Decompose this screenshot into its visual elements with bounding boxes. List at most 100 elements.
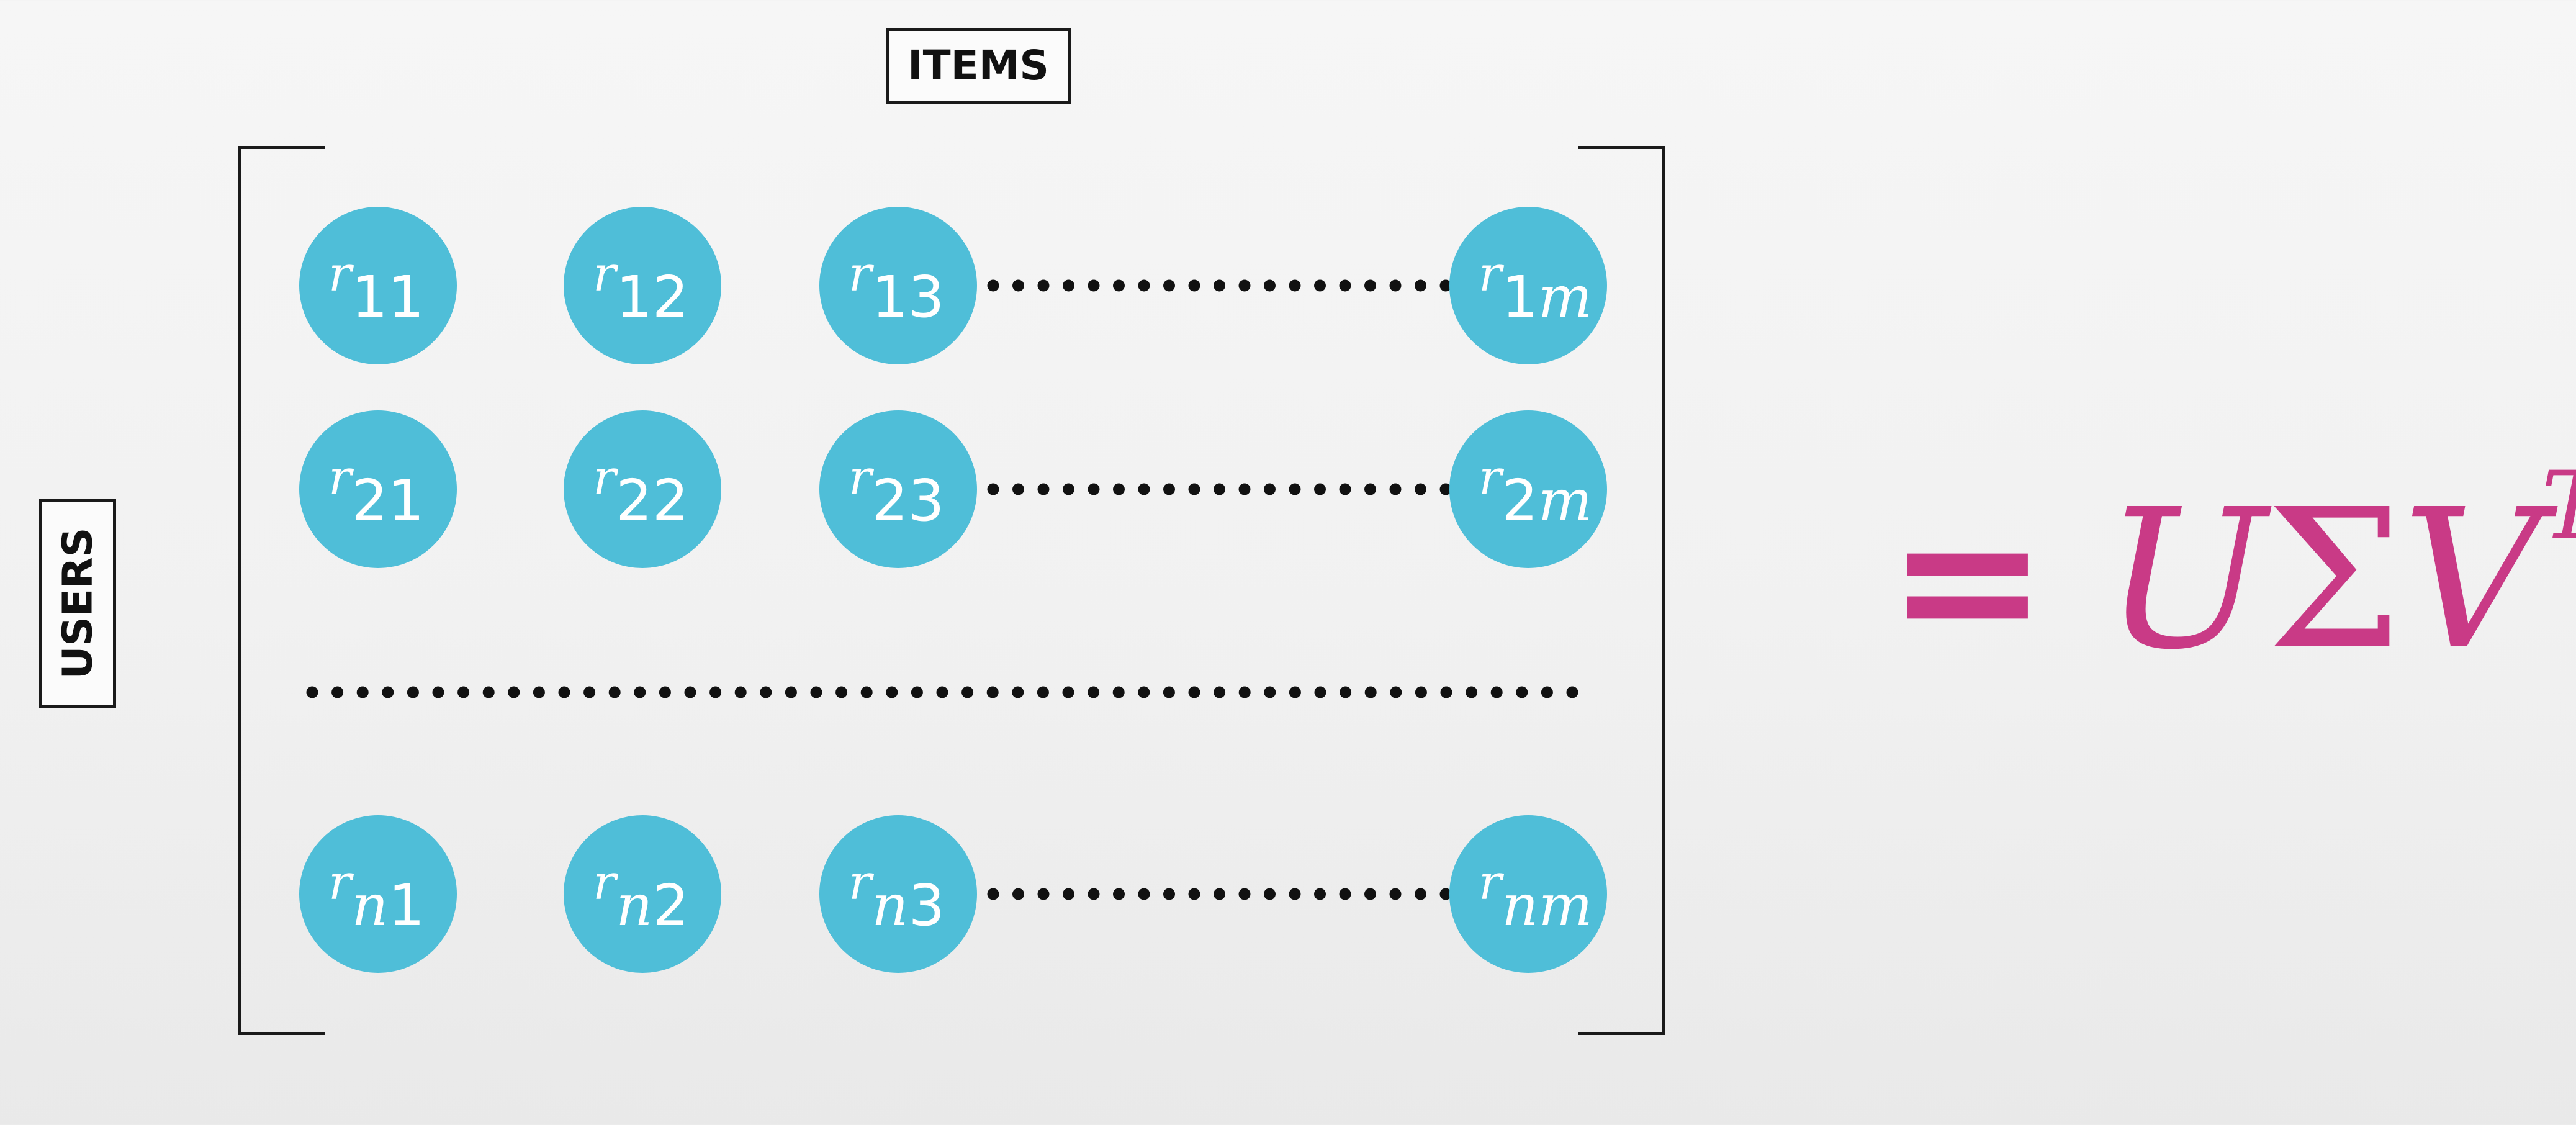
matrix-cell-r2m: r2m bbox=[1449, 410, 1607, 568]
vertical-gap-ellipsis bbox=[306, 686, 1578, 698]
leader-dot bbox=[1364, 483, 1376, 495]
leader-dot bbox=[1138, 483, 1150, 495]
leader-dot bbox=[1113, 888, 1125, 900]
leader-dot bbox=[407, 686, 419, 698]
leader-dot bbox=[558, 686, 570, 698]
matrix-u: U bbox=[2104, 468, 2267, 692]
leader-dot bbox=[1289, 279, 1301, 292]
leader-dot bbox=[1188, 686, 1200, 698]
matrix-cell-r11: r11 bbox=[299, 207, 457, 364]
matrix-cell-r12: r12 bbox=[564, 207, 721, 364]
matrix-cell-r13: r13 bbox=[819, 207, 977, 364]
leader-dot bbox=[986, 686, 999, 698]
leader-dot bbox=[1264, 888, 1276, 900]
leader-dot bbox=[684, 686, 696, 698]
leader-dot bbox=[306, 686, 318, 698]
leader-dot bbox=[1264, 686, 1276, 698]
leader-dot bbox=[634, 686, 646, 698]
leader-dot bbox=[1088, 888, 1100, 900]
leader-dot bbox=[1339, 483, 1351, 495]
leader-dot bbox=[1364, 888, 1376, 900]
leader-dot bbox=[1238, 279, 1251, 292]
leader-dot bbox=[1339, 279, 1351, 292]
leader-dot bbox=[1390, 686, 1402, 698]
svd-equation: =UΣVT bbox=[1887, 459, 2576, 677]
leader-dot bbox=[1012, 279, 1024, 292]
leader-dot bbox=[1541, 686, 1553, 698]
leader-dot bbox=[1516, 686, 1528, 698]
leader-dot bbox=[1340, 686, 1352, 698]
leader-dot bbox=[1163, 888, 1175, 900]
leader-dot bbox=[1214, 888, 1225, 900]
leader-dot bbox=[1314, 279, 1326, 292]
matrix-v: V bbox=[2402, 468, 2542, 692]
leader-dot bbox=[1138, 686, 1150, 698]
leader-dot bbox=[860, 686, 873, 698]
leader-dot bbox=[1188, 483, 1200, 495]
leader-dot bbox=[1364, 686, 1377, 698]
leader-dot bbox=[1088, 279, 1100, 292]
leader-dot bbox=[1440, 686, 1452, 698]
leader-dot bbox=[1389, 888, 1402, 900]
leader-dot bbox=[1314, 686, 1326, 698]
leader-dot bbox=[1314, 888, 1326, 900]
leader-dot bbox=[382, 686, 394, 698]
leader-dot bbox=[1113, 483, 1125, 495]
leader-dot bbox=[961, 686, 974, 698]
leader-dot bbox=[1289, 686, 1301, 698]
leader-dot bbox=[1264, 279, 1276, 292]
leader-dot bbox=[1037, 279, 1050, 292]
leader-dot bbox=[1466, 686, 1478, 698]
matrix-cell-r23: r23 bbox=[819, 410, 977, 568]
leader-dot bbox=[1088, 686, 1100, 698]
leader-dot bbox=[709, 686, 722, 698]
leader-dot bbox=[331, 686, 344, 698]
leader-dot bbox=[835, 686, 848, 698]
leader-dot bbox=[1062, 686, 1074, 698]
leader-dot bbox=[1238, 686, 1251, 698]
equals-sign: = bbox=[1887, 468, 2048, 692]
matrix-cell-rn2: rn2 bbox=[564, 815, 721, 973]
leader-dot bbox=[457, 686, 470, 698]
leader-dot bbox=[1364, 279, 1376, 292]
leader-dot bbox=[1063, 279, 1074, 292]
leader-dot bbox=[810, 686, 822, 698]
leader-dot bbox=[1012, 686, 1024, 698]
leader-dot bbox=[1112, 686, 1125, 698]
leader-dot bbox=[1188, 888, 1200, 900]
leader-dot bbox=[1138, 279, 1150, 292]
leader-dot bbox=[1138, 888, 1150, 900]
leader-dot bbox=[785, 686, 797, 698]
leader-dot bbox=[1389, 483, 1402, 495]
leader-dot bbox=[1415, 279, 1426, 292]
leader-dot bbox=[1389, 279, 1402, 292]
leader-dot bbox=[886, 686, 898, 698]
leader-dot bbox=[1339, 888, 1351, 900]
leader-dot bbox=[1037, 483, 1050, 495]
matrix-cell-r1m: r1m bbox=[1449, 207, 1607, 364]
row-2-ellipsis bbox=[987, 483, 1452, 495]
row-3-ellipsis bbox=[987, 888, 1452, 900]
leader-dot bbox=[1163, 483, 1175, 495]
leader-dot bbox=[987, 279, 999, 292]
leader-dot bbox=[508, 686, 520, 698]
matrix-cell-r21: r21 bbox=[299, 410, 457, 568]
leader-dot bbox=[760, 686, 772, 698]
matrix-cell-r22: r22 bbox=[564, 410, 721, 568]
leader-dot bbox=[1188, 279, 1200, 292]
leader-dot bbox=[1063, 888, 1074, 900]
leader-dot bbox=[432, 686, 444, 698]
matrix-cell-rnm: rnm bbox=[1449, 815, 1607, 973]
leader-dot bbox=[1415, 483, 1426, 495]
matrix-cell-rn3: rn3 bbox=[819, 815, 977, 973]
leader-dot bbox=[1037, 686, 1049, 698]
matrix-cell-rn1: rn1 bbox=[299, 815, 457, 973]
leader-dot bbox=[1289, 888, 1301, 900]
leader-dot bbox=[583, 686, 596, 698]
leader-dot bbox=[356, 686, 369, 698]
leader-dot bbox=[1415, 888, 1426, 900]
leader-dot bbox=[936, 686, 948, 698]
leader-dot bbox=[1238, 888, 1251, 900]
leader-dot bbox=[1037, 888, 1050, 900]
leader-dot bbox=[1163, 279, 1175, 292]
